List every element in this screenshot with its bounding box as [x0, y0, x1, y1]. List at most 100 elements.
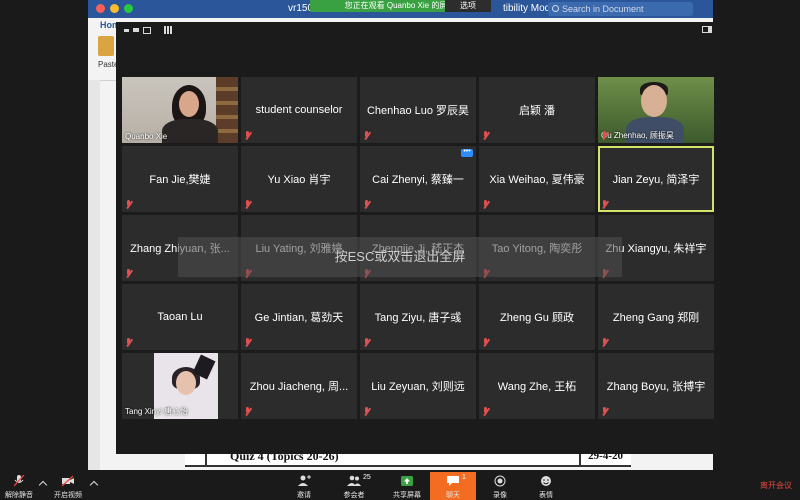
participant-name: Cai Zhenyi, 蔡臻一	[372, 174, 464, 186]
vertical-ruler	[88, 80, 100, 470]
participants-label: 参会者	[343, 492, 365, 499]
minimize-video-icon[interactable]	[124, 29, 129, 32]
chat-bubble-icon	[447, 476, 459, 486]
share-screen-button[interactable]: 共享屏幕	[388, 472, 426, 500]
participants-button[interactable]: 25 参会者	[334, 472, 374, 500]
participant-tile[interactable]: Yu Xiao 肖宇	[241, 146, 357, 212]
participant-tile[interactable]: Wang Zhe, 王柘	[479, 353, 595, 419]
participant-name: Zhou Jiacheng, 周...	[249, 381, 349, 393]
meeting-toolbar: 解除静音 开启视频 邀请 25 参会者 共享屏幕 1 聊天 录像 表情 离开会议	[0, 472, 800, 500]
participant-name: Zheng Gang 郑刚	[612, 312, 700, 324]
grid-view-icon[interactable]	[164, 26, 172, 34]
view-options-button[interactable]: 选项	[445, 0, 491, 12]
bookshelf	[216, 77, 238, 143]
unmute-button[interactable]: 解除静音	[0, 472, 38, 500]
word-search-input[interactable]: Search in Document	[548, 2, 693, 16]
participant-tile[interactable]: Jian Zeyu, 简泽宇	[598, 146, 714, 212]
close-window-icon[interactable]	[96, 4, 105, 13]
participant-name: Tang Ziyu, 唐子彧	[374, 312, 462, 324]
muted-microphone-icon	[244, 338, 251, 347]
participant-name: Zhang Boyu, 张搏宇	[606, 381, 706, 393]
participant-name: Xia Weihao, 夏伟豪	[489, 174, 585, 186]
share-screen-icon	[401, 476, 413, 486]
chat-unread-count: 1	[462, 474, 466, 481]
single-video-icon[interactable]	[133, 28, 139, 32]
muted-microphone-icon	[482, 407, 489, 416]
participant-tile[interactable]: student counselor	[241, 77, 357, 143]
leave-meeting-button[interactable]: 离开会议	[760, 480, 792, 491]
participant-tile[interactable]: Quanbo Xie	[122, 77, 238, 143]
video-face	[179, 91, 199, 117]
muted-microphone-icon	[482, 338, 489, 347]
participant-name: Ge Jintian, 葛劲天	[254, 312, 344, 324]
muted-microphone-icon	[363, 200, 370, 209]
participant-tile[interactable]: Zheng Gang 郑刚	[598, 284, 714, 350]
participant-name: Jian Zeyu, 简泽宇	[612, 174, 700, 186]
participant-tile[interactable]: Taoan Lu	[122, 284, 238, 350]
side-by-side-icon[interactable]	[702, 26, 712, 33]
reactions-button[interactable]: 表情	[530, 472, 562, 500]
participant-tile[interactable]: Zhang Boyu, 张搏宇	[598, 353, 714, 419]
participant-name: Quanbo Xie	[125, 132, 168, 141]
participant-name: Wang Zhe, 王柘	[497, 381, 577, 393]
muted-microphone-icon	[125, 269, 132, 278]
record-button[interactable]: 录像	[484, 472, 516, 500]
camera-off-icon	[61, 475, 74, 487]
video-face	[641, 85, 667, 117]
muted-microphone-icon	[482, 200, 489, 209]
muted-microphone-icon	[244, 131, 251, 140]
avatar-face	[176, 371, 196, 395]
reactions-label: 表情	[539, 492, 553, 499]
record-label: 录像	[493, 492, 507, 499]
chat-label: 聊天	[446, 492, 460, 499]
participant-name: Yu Xiao 肖宇	[267, 174, 331, 186]
muted-microphone-icon	[363, 338, 370, 347]
video-body	[162, 119, 218, 143]
record-icon	[494, 475, 506, 487]
video-options-chevron-icon[interactable]	[89, 480, 99, 490]
gallery-strip-icon[interactable]	[143, 27, 151, 34]
muted-microphone-icon	[125, 200, 132, 209]
participant-name: Liu Zeyuan, 刘则远	[371, 381, 465, 393]
participants-count: 25	[363, 474, 371, 481]
participants-icon	[347, 475, 361, 486]
paste-icon[interactable]	[98, 36, 114, 56]
muted-microphone-icon	[482, 131, 489, 140]
participant-name: Zheng Gu 顾政	[500, 312, 574, 324]
share-screen-label: 共享屏幕	[393, 492, 421, 499]
participant-name: 启颖 潘	[518, 105, 556, 117]
exit-fullscreen-hint: 按ESC或双击退出全屏	[178, 237, 622, 277]
participant-tile[interactable]: Zheng Gu 顾政	[479, 284, 595, 350]
participant-name: Taoan Lu	[157, 311, 203, 323]
muted-microphone-icon	[363, 131, 370, 140]
unmute-label: 解除静音	[5, 492, 33, 499]
minimize-window-icon[interactable]	[110, 4, 119, 13]
participant-name: Chenhao Luo 罗辰昊	[366, 105, 470, 117]
participant-tile[interactable]: Chenhao Luo 罗辰昊	[360, 77, 476, 143]
muted-microphone-icon	[244, 200, 251, 209]
muted-microphone-icon	[601, 407, 608, 416]
participant-name: Tang Xinyi 唐心怡	[125, 407, 189, 416]
zoom-window-icon[interactable]	[124, 4, 133, 13]
participant-tile[interactable]: Tang Xinyi 唐心怡	[122, 353, 238, 419]
participant-tile[interactable]: Liu Zeyuan, 刘则远	[360, 353, 476, 419]
invite-button[interactable]: 邀请	[288, 472, 320, 500]
microphone-muted-icon	[13, 475, 25, 487]
participant-tile[interactable]: Gu Zhenhao, 顾振昊	[598, 77, 714, 143]
participant-tile[interactable]: 启颖 潘	[479, 77, 595, 143]
muted-microphone-icon	[363, 407, 370, 416]
participant-name: Gu Zhenhao, 顾振昊	[601, 131, 674, 140]
smiley-icon	[541, 476, 551, 486]
start-video-button[interactable]: 开启视频	[50, 472, 86, 500]
participant-tile[interactable]: Xia Weihao, 夏伟豪	[479, 146, 595, 212]
participant-tile[interactable]: Zhou Jiacheng, 周...	[241, 353, 357, 419]
participant-tile[interactable]: Tang Ziyu, 唐子彧	[360, 284, 476, 350]
chat-button[interactable]: 1 聊天	[430, 472, 476, 500]
participant-tile[interactable]: Ge Jintian, 葛劲天	[241, 284, 357, 350]
muted-microphone-icon	[601, 131, 608, 140]
audio-options-chevron-icon[interactable]	[38, 480, 48, 490]
participant-tile[interactable]: Cai Zhenyi, 蔡臻一 •••	[360, 146, 476, 212]
gallery-toolbar	[116, 22, 720, 38]
more-options-icon[interactable]: •••	[461, 148, 473, 157]
participant-tile[interactable]: Fan Jie,樊婕	[122, 146, 238, 212]
